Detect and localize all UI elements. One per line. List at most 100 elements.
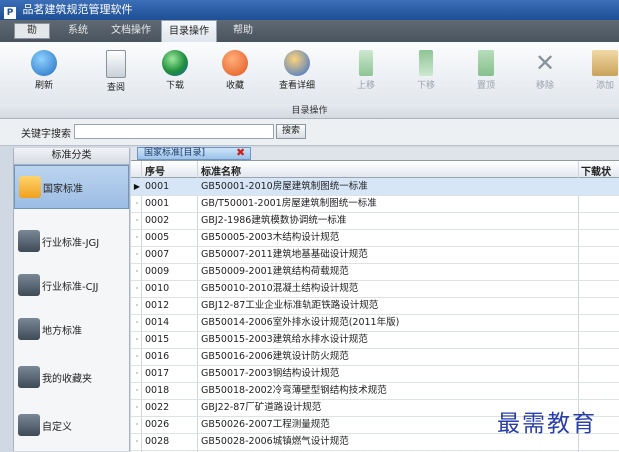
heart-icon (222, 50, 248, 76)
search-input[interactable] (74, 124, 274, 139)
document-tabs: 国家标准[目录] ✖ (131, 147, 619, 160)
arrow-up-icon (359, 50, 373, 76)
remove-button[interactable]: ✕ 移除 (522, 46, 568, 100)
cell-name: GB50005-2003木结构设计规范 (201, 232, 340, 243)
arrow-top-icon (478, 50, 494, 76)
search-label: 关键字搜索 (21, 129, 71, 140)
cell-no: 0022 (145, 402, 170, 413)
sidebar-header: 标准分类 (14, 148, 129, 165)
table-row[interactable]: · 0001 GB/T50001-2001房屋建筑制图统一标准 (131, 195, 619, 213)
detail-icon (284, 50, 310, 76)
row-indicator: · (135, 335, 139, 344)
category-icon (18, 366, 40, 388)
title-bar: P 品茗建筑规范管理软件 (0, 0, 619, 20)
cell-name: GB50015-2003建筑给水排水设计规范 (201, 334, 368, 345)
table-row[interactable]: · 0016 GB50016-2006建筑设计防火规范 (131, 348, 619, 366)
table-row[interactable]: · 0012 GBJ12-87工业企业标准轨距铁路设计规范 (131, 297, 619, 315)
row-indicator: · (135, 403, 139, 412)
cell-name: GBJ12-87工业企业标准轨距铁路设计规范 (201, 300, 379, 311)
row-indicator: · (135, 284, 139, 293)
category-icon (18, 318, 40, 340)
cell-no: 0015 (145, 334, 170, 345)
row-indicator: · (135, 250, 139, 259)
cell-no: 0001 (145, 198, 170, 209)
ribbon-group-label: 目录操作 (0, 104, 619, 119)
row-indicator: · (135, 233, 139, 242)
menu-help[interactable]: 帮助 (233, 20, 253, 42)
table-row[interactable]: · 0002 GBJ2-1986建筑模数协调统一标准 (131, 212, 619, 230)
menu-system[interactable]: 系统 (68, 20, 88, 42)
cell-name: GBJ22-87厂矿道路设计规范 (201, 402, 322, 413)
category-jgj[interactable]: 行业标准-JGJ (14, 220, 129, 264)
remove-icon: ✕ (534, 49, 556, 77)
row-indicator: · (135, 437, 139, 446)
table-row[interactable]: ▶ 0001 GB50001-2010房屋建筑制图统一标准 (131, 178, 619, 196)
cell-no: 0016 (145, 351, 170, 362)
cell-no: 0028 (145, 436, 170, 447)
cell-no: 0002 (145, 215, 170, 226)
cell-name: GB50017-2003钢结构设计规范 (201, 368, 340, 379)
category-local[interactable]: 地方标准 (14, 308, 129, 352)
pin-top-button[interactable]: 置顶 (463, 46, 509, 100)
row-indicator: · (135, 301, 139, 310)
cell-name: GB50010-2010混凝土结构设计规范 (201, 283, 359, 294)
arrow-down-icon (419, 50, 433, 76)
view-button[interactable]: 查阅 (93, 46, 139, 100)
app-menu-button[interactable]: 勘 (14, 23, 50, 39)
menu-bar: 勘 系统 文档操作 目录操作 帮助 (0, 20, 619, 42)
cell-no: 0010 (145, 283, 170, 294)
search-button[interactable]: 搜索 (276, 124, 306, 139)
cell-name: GB50026-2007工程测量规范 (201, 419, 330, 430)
cell-no: 0014 (145, 317, 170, 328)
row-indicator: · (135, 318, 139, 327)
column-header-no[interactable]: 序号 (145, 163, 165, 178)
move-up-button[interactable]: 上移 (343, 46, 389, 100)
category-icon (18, 230, 40, 252)
category-national[interactable]: 国家标准 (14, 165, 129, 209)
watermark-text: 最需教育 (497, 411, 597, 437)
window-title: 品茗建筑规范管理软件 (22, 3, 133, 16)
cell-name: GB50018-2002冷弯薄壁型钢结构技术规范 (201, 385, 387, 396)
table-row[interactable]: · 0007 GB50007-2011建筑地基基础设计规范 (131, 246, 619, 264)
table-row[interactable]: · 0018 GB50018-2002冷弯薄壁型钢结构技术规范 (131, 382, 619, 400)
cell-no: 0001 (145, 181, 170, 192)
search-bar: 关键字搜索 搜索 (0, 119, 619, 146)
table-row[interactable]: · 0010 GB50010-2010混凝土结构设计规范 (131, 280, 619, 298)
cell-name: GBJ2-1986建筑模数协调统一标准 (201, 215, 347, 226)
refresh-button[interactable]: 刷新 (21, 46, 67, 100)
category-custom[interactable]: 自定义 (14, 404, 129, 448)
row-indicator: · (135, 267, 139, 276)
add-button[interactable]: 添加 (582, 46, 619, 100)
favorite-button[interactable]: 收藏 (212, 46, 258, 100)
table-row[interactable]: · 0005 GB50005-2003木结构设计规范 (131, 229, 619, 247)
cell-no: 0007 (145, 249, 170, 260)
row-indicator: · (135, 369, 139, 378)
category-icon (18, 274, 40, 296)
cell-no: 0018 (145, 385, 170, 396)
category-icon (19, 176, 41, 198)
menu-catalog[interactable]: 目录操作 (161, 20, 217, 42)
column-header-status[interactable]: 下载状 (581, 163, 611, 178)
row-indicator: · (135, 352, 139, 361)
cell-name: GB50016-2006建筑设计防火规范 (201, 351, 349, 362)
globe-download-icon (162, 50, 188, 76)
category-favorites[interactable]: 我的收藏夹 (14, 356, 129, 400)
category-cjj[interactable]: 行业标准-CJJ (14, 264, 129, 308)
view-detail-button[interactable]: 查看详细 (274, 46, 320, 100)
close-icon[interactable]: ✖ (236, 147, 245, 158)
table-row[interactable]: · 0015 GB50015-2003建筑给水排水设计规范 (131, 331, 619, 349)
add-icon (592, 50, 618, 76)
cell-name: GB50028-2006城镇燃气设计规范 (201, 436, 349, 447)
move-down-button[interactable]: 下移 (403, 46, 449, 100)
ribbon-toolbar: 刷新 查阅 下载 收藏 查看详细 上移 下移 置顶 ✕ 移除 添加 (0, 42, 619, 105)
column-header-name[interactable]: 标准名称 (201, 163, 241, 178)
cell-name: GB/T50001-2001房屋建筑制图统一标准 (201, 198, 377, 209)
download-button[interactable]: 下载 (152, 46, 198, 100)
table-row[interactable]: · 0017 GB50017-2003钢结构设计规范 (131, 365, 619, 383)
cell-no: 0005 (145, 232, 170, 243)
menu-document[interactable]: 文档操作 (111, 20, 151, 42)
table-row[interactable]: · 0014 GB50014-2006室外排水设计规范(2011年版) (131, 314, 619, 332)
row-indicator: · (135, 216, 139, 225)
tab-national-catalog[interactable]: 国家标准[目录] ✖ (137, 147, 251, 160)
table-row[interactable]: · 0009 GB50009-2001建筑结构荷载规范 (131, 263, 619, 281)
